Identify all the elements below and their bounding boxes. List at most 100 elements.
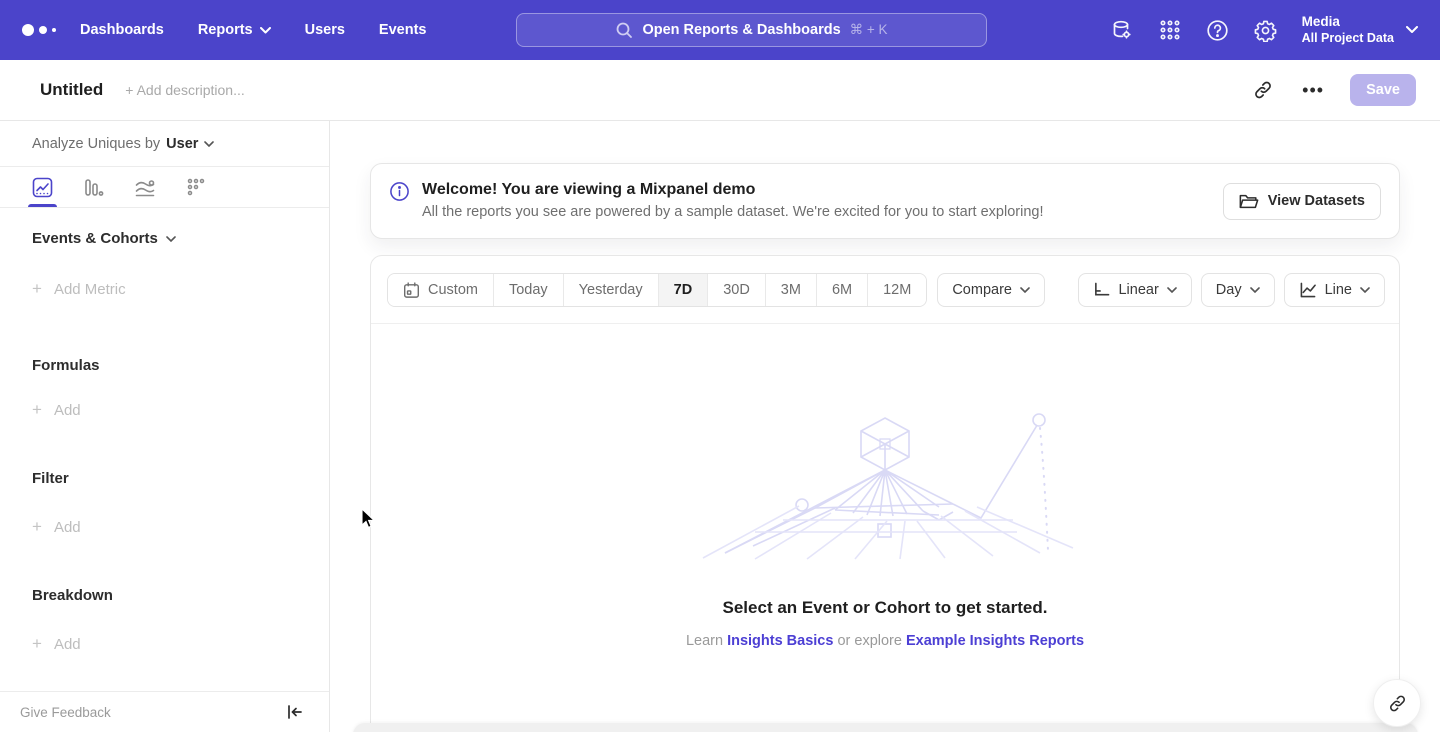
date-range-30d[interactable]: 30D [708, 274, 766, 306]
interval-dropdown[interactable]: Day [1201, 273, 1275, 307]
tab-bar-chart[interactable] [81, 167, 106, 207]
breakdown-section-title: Breakdown [32, 587, 329, 604]
date-range-yesterday[interactable]: Yesterday [564, 274, 659, 306]
date-range-12m[interactable]: 12M [868, 274, 926, 306]
chart-type-dropdown[interactable]: Line [1284, 273, 1385, 307]
tab-line-chart[interactable] [30, 167, 55, 207]
bar-chart-icon [83, 177, 104, 198]
line-chart-icon [32, 177, 53, 198]
insights-basics-link[interactable]: Insights Basics [727, 633, 833, 649]
mixpanel-logo[interactable] [22, 24, 62, 36]
chevron-down-icon [260, 27, 271, 34]
formulas-section-title: Formulas [32, 357, 329, 374]
plus-icon: + [32, 400, 42, 420]
welcome-banner: Welcome! You are viewing a Mixpanel demo… [370, 163, 1400, 239]
nav-label: Users [305, 22, 345, 38]
date-range-3m[interactable]: 3M [766, 274, 817, 306]
link-icon [1388, 694, 1407, 713]
insights-chart-card: Custom Today Yesterday 7D 30D 3M 6M 12M … [370, 255, 1400, 732]
retention-grid-icon [186, 177, 206, 197]
chevron-down-icon [1406, 26, 1418, 34]
nav-label: Events [379, 22, 427, 38]
linear-axes-icon [1093, 282, 1110, 298]
plus-icon: + [32, 517, 42, 537]
line-type-icon [1299, 282, 1317, 298]
plus-icon: + [32, 634, 42, 654]
data-management-icon[interactable] [1110, 18, 1134, 42]
query-builder-sidebar: Analyze Uniques by User [0, 121, 330, 732]
nav-item-events[interactable]: Events [379, 22, 427, 38]
share-link-button[interactable] [1373, 679, 1421, 727]
analyze-by-dropdown[interactable]: User [166, 136, 214, 152]
nav-item-reports[interactable]: Reports [198, 22, 271, 38]
help-icon[interactable] [1206, 18, 1230, 42]
scale-dropdown[interactable]: Linear [1078, 273, 1191, 307]
nav-item-users[interactable]: Users [305, 22, 345, 38]
empty-state: Select an Event or Cohort to get started… [371, 374, 1399, 649]
chevron-down-icon [1360, 287, 1370, 293]
analyze-label: Analyze Uniques by [32, 136, 160, 152]
events-cohorts-section[interactable]: Events & Cohorts [32, 230, 329, 247]
plus-icon: + [32, 279, 42, 299]
add-metric-button[interactable]: + Add Metric [32, 279, 329, 299]
nav-label: Reports [198, 22, 253, 38]
empty-state-title: Select an Event or Cohort to get started… [723, 598, 1048, 618]
global-search-button[interactable]: Open Reports & Dashboards ⌘ + K [516, 13, 987, 47]
folder-icon [1239, 193, 1259, 210]
apps-grid-icon[interactable] [1158, 18, 1182, 42]
next-section-peek [353, 723, 1418, 732]
report-header: Untitled + Add description... ••• Save [0, 60, 1440, 121]
search-placeholder: Open Reports & Dashboards [642, 22, 840, 38]
date-range-7d[interactable]: 7D [659, 274, 709, 306]
chevron-down-icon [1020, 287, 1030, 293]
info-icon [389, 181, 410, 202]
date-range-today[interactable]: Today [494, 274, 564, 306]
chevron-down-icon [166, 236, 176, 242]
add-formula-button[interactable]: + Add [32, 400, 329, 420]
chart-controls: Custom Today Yesterday 7D 30D 3M 6M 12M … [371, 256, 1399, 323]
top-nav: Dashboards Reports Users Events Open Rep… [0, 0, 1440, 60]
save-button[interactable]: Save [1350, 74, 1416, 106]
empty-state-links: Learn Insights Basics or explore Example… [686, 633, 1084, 649]
tab-retention[interactable] [184, 167, 208, 207]
settings-gear-icon[interactable] [1254, 18, 1278, 42]
tab-flows[interactable] [132, 167, 158, 207]
report-description-placeholder[interactable]: + Add description... [125, 82, 244, 98]
visualization-tabs [0, 167, 329, 208]
primary-nav: Dashboards Reports Users Events [80, 22, 426, 38]
collapse-sidebar-icon[interactable] [287, 705, 303, 719]
date-range-6m[interactable]: 6M [817, 274, 868, 306]
banner-subtitle: All the reports you see are powered by a… [422, 202, 1044, 224]
logo-dot [39, 26, 47, 34]
main-content: Welcome! You are viewing a Mixpanel demo… [331, 121, 1440, 732]
chevron-down-icon [204, 141, 214, 147]
search-shortcut: ⌘ + K [850, 22, 888, 38]
date-range-custom[interactable]: Custom [388, 274, 494, 306]
view-datasets-button[interactable]: View Datasets [1223, 183, 1381, 220]
search-icon [615, 21, 633, 39]
date-range-control: Custom Today Yesterday 7D 30D 3M 6M 12M [387, 273, 927, 307]
add-filter-button[interactable]: + Add [32, 517, 329, 537]
project-name: Media [1302, 14, 1394, 31]
nav-item-dashboards[interactable]: Dashboards [80, 22, 164, 38]
add-breakdown-button[interactable]: + Add [32, 634, 329, 654]
project-switcher[interactable]: Media All Project Data [1302, 14, 1418, 47]
banner-title: Welcome! You are viewing a Mixpanel demo [422, 178, 1044, 202]
logo-dot [22, 24, 34, 36]
report-title[interactable]: Untitled [40, 80, 103, 100]
copy-link-icon[interactable] [1250, 77, 1276, 103]
filter-section-title: Filter [32, 470, 329, 487]
example-reports-link[interactable]: Example Insights Reports [906, 633, 1084, 649]
chevron-down-icon [1167, 287, 1177, 293]
chevron-down-icon [1250, 287, 1260, 293]
nav-label: Dashboards [80, 22, 164, 38]
compare-dropdown[interactable]: Compare [937, 273, 1045, 307]
calendar-icon [403, 282, 420, 299]
flows-icon [134, 177, 156, 198]
logo-dot [52, 28, 56, 32]
project-scope: All Project Data [1302, 31, 1394, 47]
nav-right: Media All Project Data [1110, 0, 1418, 60]
empty-state-illustration [695, 410, 1075, 560]
give-feedback-link[interactable]: Give Feedback [20, 705, 111, 720]
more-options-icon[interactable]: ••• [1300, 77, 1326, 103]
